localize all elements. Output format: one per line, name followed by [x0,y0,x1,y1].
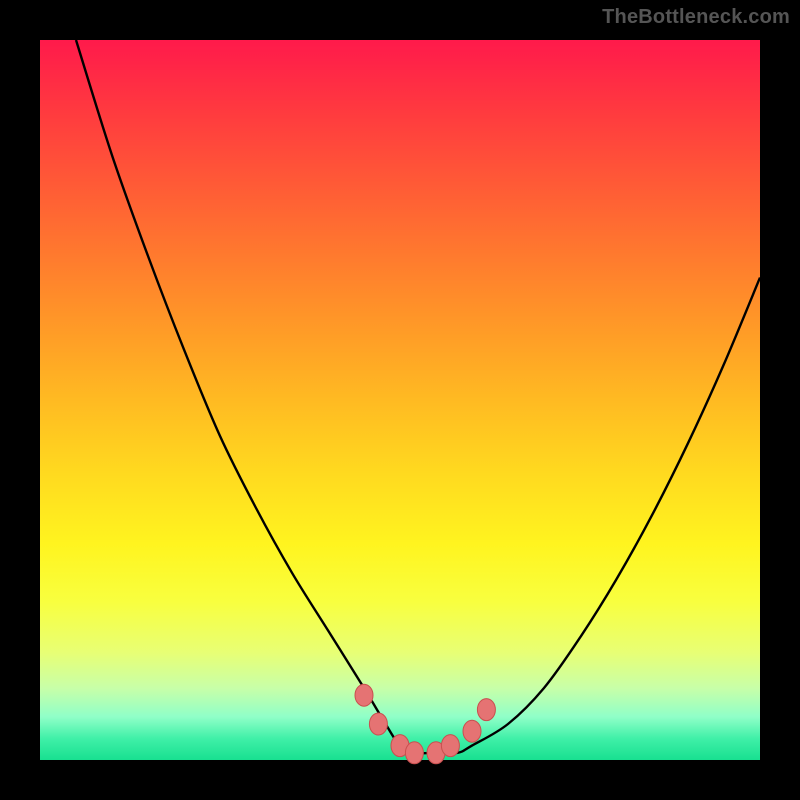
curve-svg [40,40,760,760]
highlight-dot [441,735,459,757]
highlight-dot [355,684,373,706]
highlight-dot [405,742,423,764]
watermark-text: TheBottleneck.com [602,6,790,29]
plot-area [40,40,760,760]
marker-group [355,684,495,764]
highlight-dot [477,699,495,721]
highlight-dot [463,720,481,742]
chart-frame: TheBottleneck.com [0,0,800,800]
highlight-dot [369,713,387,735]
bottleneck-curve [76,40,760,753]
